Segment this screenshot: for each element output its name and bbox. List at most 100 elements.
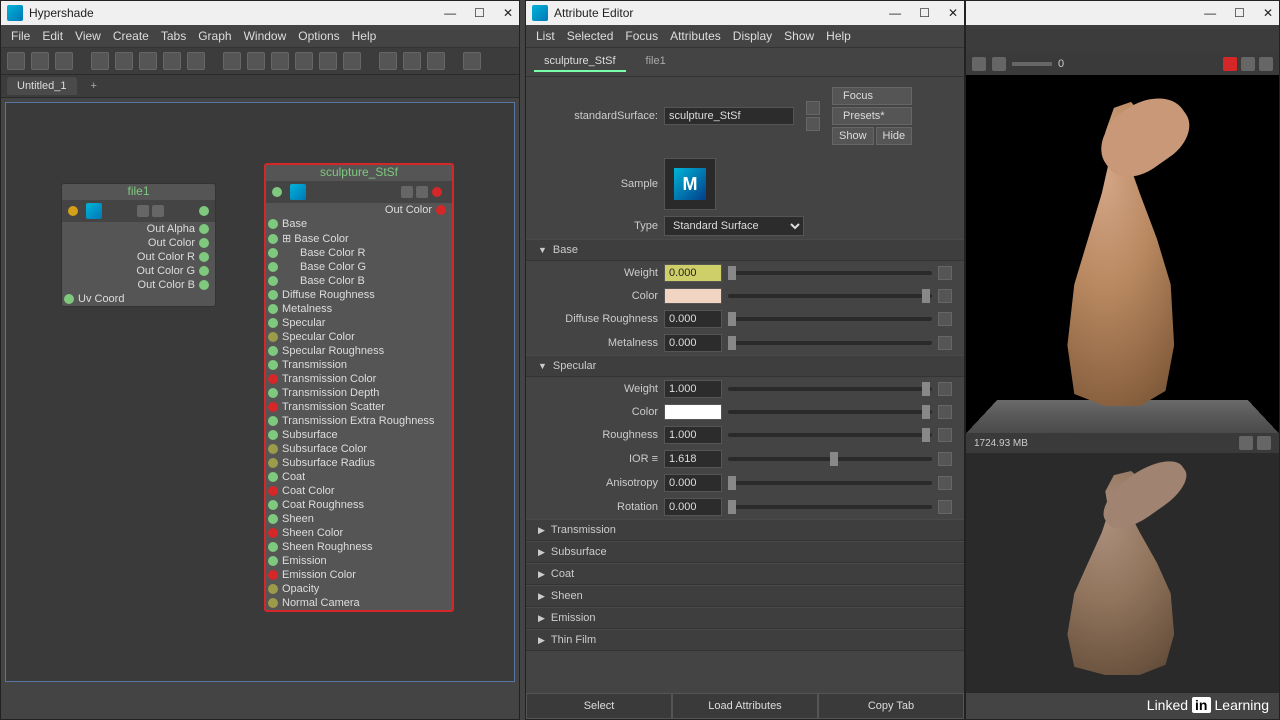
node-file1-header[interactable] <box>62 200 215 222</box>
sculpt-attr-row[interactable]: Metalness <box>266 302 452 316</box>
menu-options[interactable]: Options <box>298 29 339 43</box>
main-titlebar[interactable]: —☐✕ <box>966 1 1279 25</box>
toolbar-icon[interactable] <box>223 52 241 70</box>
spec-weight-slider[interactable] <box>728 387 932 391</box>
tab-untitled[interactable]: Untitled_1 <box>7 77 77 95</box>
spec-ior-field[interactable] <box>664 450 722 468</box>
maximize-button[interactable]: ☐ <box>474 6 485 20</box>
settings-icon[interactable] <box>1259 57 1273 71</box>
in-port-icon[interactable] <box>268 556 278 566</box>
map-button-icon[interactable] <box>938 428 952 442</box>
sculpt-attr-row[interactable]: Sheen Roughness <box>266 540 452 554</box>
out-port-icon[interactable] <box>199 224 209 234</box>
chevron-down-icon[interactable] <box>1257 436 1271 450</box>
menu-create[interactable]: Create <box>113 29 149 43</box>
sculpt-attr-row[interactable]: Transmission Scatter <box>266 400 452 414</box>
diffuse-field[interactable] <box>664 310 722 328</box>
menu-display[interactable]: Display <box>733 29 772 43</box>
in-port-icon[interactable] <box>268 234 278 244</box>
sculpt-attr-row[interactable]: ⊞ Base Color <box>266 231 452 246</box>
toolbar-icon[interactable] <box>31 52 49 70</box>
metalness-slider[interactable] <box>728 341 932 345</box>
menu-help[interactable]: Help <box>352 29 377 43</box>
toolbar-icon[interactable] <box>115 52 133 70</box>
toolbar-icon[interactable] <box>91 52 109 70</box>
sculpt-outcolor-row[interactable]: Out Color <box>266 203 452 217</box>
spec-rot-slider[interactable] <box>728 505 932 509</box>
in-port-icon[interactable] <box>268 318 278 328</box>
presets-button[interactable]: Presets* <box>832 107 912 125</box>
file1-output-row[interactable]: Out Color G <box>62 264 215 278</box>
link-icon[interactable] <box>806 117 820 131</box>
file1-input-uvcoord[interactable]: Uv Coord <box>62 292 215 306</box>
in-port-icon[interactable] <box>268 514 278 524</box>
sculpt-attr-row[interactable]: Specular Color <box>266 330 452 344</box>
sculpt-attr-row[interactable]: Transmission Extra Roughness <box>266 414 452 428</box>
menu-edit[interactable]: Edit <box>42 29 63 43</box>
toolbar-icon[interactable] <box>403 52 421 70</box>
base-color-swatch[interactable] <box>664 288 722 304</box>
node-graph-canvas[interactable]: file1 Out AlphaOut ColorOut Color ROut C… <box>5 102 515 682</box>
in-port-icon[interactable] <box>268 248 278 258</box>
in-port-icon[interactable] <box>268 570 278 580</box>
section-transmission[interactable]: ▶Transmission <box>526 519 964 541</box>
in-port-icon[interactable] <box>268 598 278 608</box>
spec-rough-field[interactable] <box>664 426 722 444</box>
sculpt-attr-row[interactable]: Specular <box>266 316 452 330</box>
sculpt-attr-row[interactable]: Transmission Color <box>266 372 452 386</box>
sculpt-attr-row[interactable]: Coat <box>266 470 452 484</box>
node-sculpture-header[interactable] <box>266 181 452 203</box>
map-button-icon[interactable] <box>938 266 952 280</box>
in-port-icon[interactable] <box>268 430 278 440</box>
map-button-icon[interactable] <box>938 382 952 396</box>
maximize-button[interactable]: ☐ <box>919 6 930 20</box>
in-port-icon[interactable] <box>268 374 278 384</box>
out-port-icon[interactable] <box>199 266 209 276</box>
toolbar-icon[interactable] <box>7 52 25 70</box>
hypershade-titlebar[interactable]: Hypershade — ☐ ✕ <box>1 1 519 25</box>
close-button[interactable]: ✕ <box>948 6 958 20</box>
section-sheen[interactable]: ▶Sheen <box>526 585 964 607</box>
tab-add[interactable]: + <box>85 77 103 95</box>
sculpt-attr-row[interactable]: Coat Roughness <box>266 498 452 512</box>
sculpt-attr-row[interactable]: Base Color G <box>266 260 452 274</box>
hide-button[interactable]: Hide <box>876 127 913 145</box>
in-port-icon[interactable] <box>268 584 278 594</box>
spec-color-swatch[interactable] <box>664 404 722 420</box>
sculpt-attr-row[interactable]: Base Color B <box>266 274 452 288</box>
diffuse-slider[interactable] <box>728 317 932 321</box>
sculpt-attr-row[interactable]: Base Color R <box>266 246 452 260</box>
in-port-icon[interactable] <box>268 444 278 454</box>
file1-output-row[interactable]: Out Color R <box>62 250 215 264</box>
menu-list[interactable]: List <box>536 29 555 43</box>
section-specular[interactable]: ▼Specular <box>526 355 964 377</box>
spec-rough-slider[interactable] <box>728 433 932 437</box>
spec-aniso-slider[interactable] <box>728 481 932 485</box>
in-port-icon[interactable] <box>268 332 278 342</box>
sculpt-attr-row[interactable]: Opacity <box>266 582 452 596</box>
render-viewport-top[interactable]: 0 <box>966 53 1279 433</box>
render-viewport-bottom[interactable] <box>966 453 1279 693</box>
node-sculpture[interactable]: sculpture_StSf Out Color Base⊞ Base Colo… <box>264 163 454 612</box>
out-port-icon[interactable] <box>199 280 209 290</box>
in-port-icon[interactable] <box>268 486 278 496</box>
in-port-icon[interactable] <box>268 388 278 398</box>
in-port-icon[interactable] <box>268 472 278 482</box>
in-port-icon[interactable] <box>268 542 278 552</box>
in-port-icon[interactable] <box>268 346 278 356</box>
menu-help[interactable]: Help <box>826 29 851 43</box>
map-button-icon[interactable] <box>938 476 952 490</box>
minimize-button[interactable]: — <box>444 6 456 20</box>
sculpt-attr-row[interactable]: Transmission <box>266 358 452 372</box>
out-port-icon[interactable] <box>199 238 209 248</box>
gear-icon[interactable] <box>1241 57 1255 71</box>
file1-out-port[interactable] <box>199 206 209 216</box>
menu-file[interactable]: File <box>11 29 30 43</box>
port-in-icon[interactable] <box>64 294 74 304</box>
in-port-icon[interactable] <box>268 360 278 370</box>
toolbar-icon[interactable] <box>247 52 265 70</box>
sculpt-attr-row[interactable]: Diffuse Roughness <box>266 288 452 302</box>
menu-view[interactable]: View <box>75 29 101 43</box>
spec-ior-slider[interactable] <box>728 457 932 461</box>
sculpt-attr-row[interactable]: Specular Roughness <box>266 344 452 358</box>
